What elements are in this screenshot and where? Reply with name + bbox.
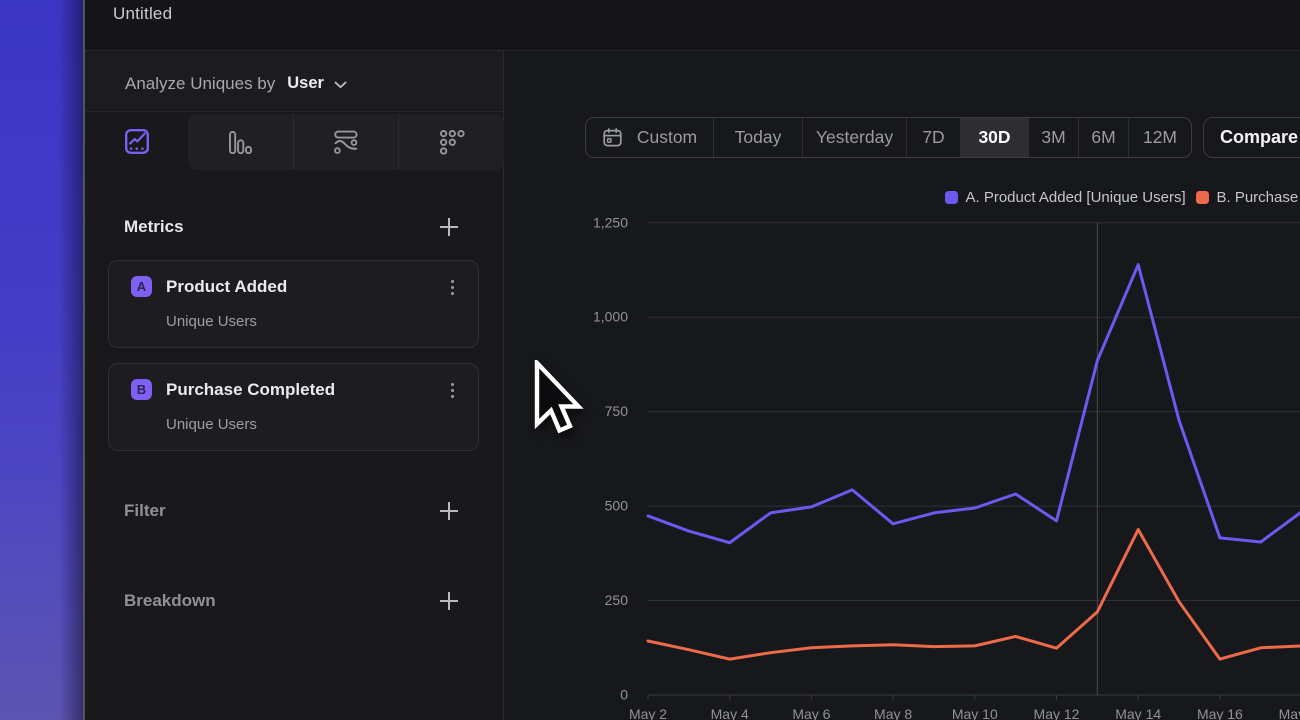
chart-panel: Custom Today Yesterday 7D 30D 3M 6M 12M … xyxy=(505,51,1300,720)
x-tick-label: May 16 xyxy=(1197,706,1243,720)
metrics-heading: Metrics xyxy=(124,217,439,237)
analyze-label: Analyze Uniques by xyxy=(125,74,275,94)
metric-name: Purchase Completed xyxy=(166,380,335,400)
metric-name: Product Added xyxy=(166,277,287,297)
breakdown-heading: Breakdown xyxy=(124,591,439,611)
insights-line-chart-icon xyxy=(125,129,149,154)
add-metric-button[interactable] xyxy=(439,217,459,237)
breakdown-header-row: Breakdown xyxy=(85,586,503,616)
top-bar: Untitled xyxy=(85,0,1300,51)
report-title[interactable]: Untitled xyxy=(113,4,172,24)
y-tick-label: 1,250 xyxy=(593,214,628,230)
metrics-header-row: Metrics xyxy=(85,212,503,242)
desktop-background-gradient xyxy=(0,0,84,720)
mouse-cursor xyxy=(533,360,585,440)
y-tick-label: 500 xyxy=(605,498,629,514)
metric-badge-b: B xyxy=(131,379,152,400)
x-tick-label: May 18 xyxy=(1279,706,1300,720)
analyze-row: Analyze Uniques by User xyxy=(85,51,503,112)
retention-grid-icon xyxy=(439,129,465,155)
x-tick-label: May 4 xyxy=(711,706,749,720)
metric-measurement[interactable]: Unique Users xyxy=(166,313,257,330)
filter-header-row: Filter xyxy=(85,496,503,526)
tab-bar-chart[interactable] xyxy=(188,114,293,170)
metric-measurement[interactable]: Unique Users xyxy=(166,416,257,433)
metric-card-b[interactable]: B Purchase Completed Unique Users xyxy=(108,363,479,451)
metric-badge-a: A xyxy=(131,276,152,297)
flows-icon xyxy=(334,130,358,154)
metric-card-a[interactable]: A Product Added Unique Users xyxy=(108,260,479,348)
add-filter-button[interactable] xyxy=(439,501,459,521)
sidebar: Analyze Uniques by User xyxy=(85,51,504,720)
analyze-by-dropdown[interactable]: User xyxy=(287,74,324,93)
series-line xyxy=(648,530,1300,660)
tab-line-chart[interactable] xyxy=(85,112,188,170)
kebab-menu-icon[interactable] xyxy=(443,277,461,297)
y-tick-label: 750 xyxy=(605,403,629,419)
chart-type-tabstrip xyxy=(85,112,504,170)
x-tick-label: May 8 xyxy=(874,706,912,720)
tab-flows[interactable] xyxy=(293,114,399,170)
kebab-menu-icon[interactable] xyxy=(443,380,461,400)
add-breakdown-button[interactable] xyxy=(439,591,459,611)
line-chart[interactable]: 0 250 500 750 1,000 1,250 May 2 May 4 May 6 May 8… xyxy=(505,51,1300,720)
y-tick-label: 1,000 xyxy=(593,309,628,325)
x-tick-label: May 2 xyxy=(629,706,667,720)
filter-heading: Filter xyxy=(124,501,439,521)
x-tick-label: May 14 xyxy=(1115,706,1161,720)
bar-chart-icon xyxy=(229,131,252,154)
x-tick-label: May 10 xyxy=(952,706,998,720)
tab-retention[interactable] xyxy=(398,114,504,170)
series-line xyxy=(648,265,1300,543)
chart-type-tab-group xyxy=(188,114,504,170)
x-tick-label: May 12 xyxy=(1034,706,1080,720)
y-tick-label: 0 xyxy=(620,687,628,703)
x-tick-label: May 6 xyxy=(792,706,830,720)
app-root: Untitled Analyze Uniques by User xyxy=(0,0,1300,720)
chevron-down-icon[interactable] xyxy=(334,81,347,89)
y-tick-label: 250 xyxy=(605,592,629,608)
